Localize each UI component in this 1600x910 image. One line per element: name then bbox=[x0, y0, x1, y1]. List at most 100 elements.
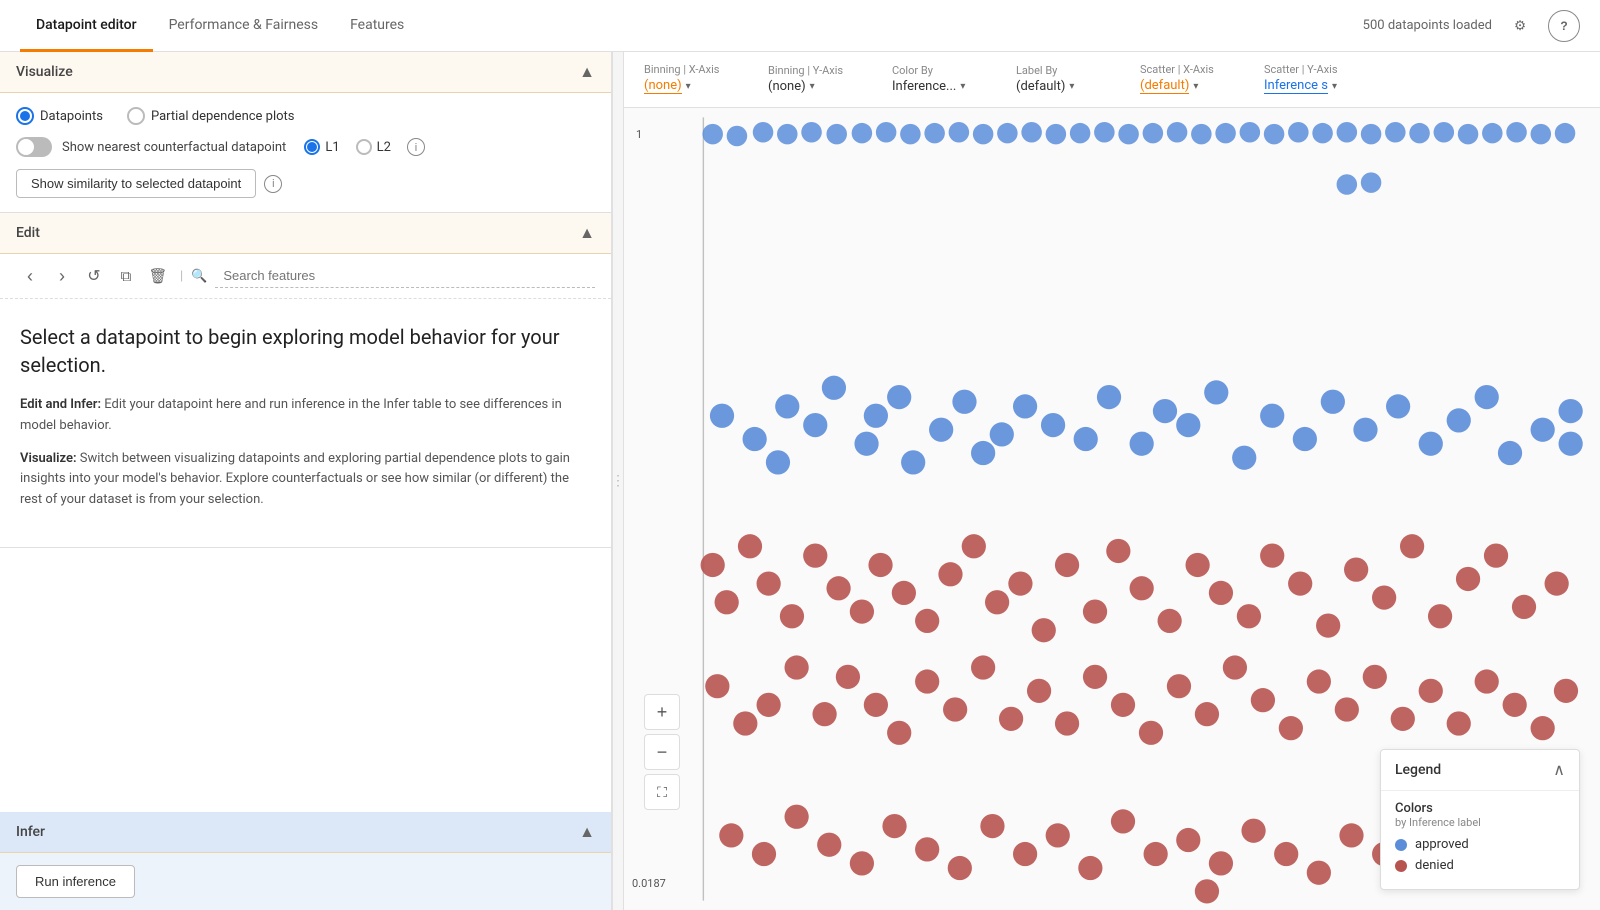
radio-datapoints[interactable]: Datapoints bbox=[16, 107, 103, 125]
chart-toolbar: Binning | X-Axis (none) ▾ Binning | Y-Ax… bbox=[624, 52, 1600, 108]
radio-partial-dependence-label: Partial dependence plots bbox=[151, 109, 295, 124]
legend-collapse-icon: ∧ bbox=[1553, 762, 1565, 779]
tab-datapoint-editor[interactable]: Datapoint editor bbox=[20, 1, 153, 52]
left-panel: Visualize ▲ Datapoints Partial dependenc… bbox=[0, 52, 612, 910]
color-by-value: Inference... bbox=[892, 79, 956, 94]
label-by-value: (default) bbox=[1016, 79, 1065, 94]
help-button[interactable]: ? bbox=[1548, 10, 1580, 42]
help-icon: ? bbox=[1560, 19, 1567, 33]
scatter-xaxis-value: (default) bbox=[1140, 78, 1189, 94]
legend-box: Legend ∧ Colors by Inference label appro… bbox=[1380, 749, 1580, 890]
legend-item-approved: approved bbox=[1395, 837, 1565, 852]
datapoints-loaded-label: 500 datapoints loaded bbox=[1363, 18, 1492, 33]
scatter-xaxis-dropdown: Scatter | X-Axis (default) ▾ bbox=[1140, 63, 1240, 96]
scatter-xaxis-value-btn[interactable]: (default) ▾ bbox=[1140, 78, 1240, 96]
legend-title: Legend bbox=[1395, 762, 1441, 778]
scatter-xaxis-label: Scatter | X-Axis bbox=[1140, 63, 1240, 76]
tab-performance-fairness[interactable]: Performance & Fairness bbox=[153, 1, 335, 52]
visualize-content: Datapoints Partial dependence plots Show… bbox=[0, 93, 611, 212]
similarity-row: Show similarity to selected datapoint i bbox=[16, 169, 595, 198]
binning-yaxis-arrow: ▾ bbox=[810, 81, 815, 92]
l1-l2-row: L1 L2 i bbox=[304, 138, 425, 156]
forward-button[interactable]: › bbox=[48, 262, 76, 290]
visualize-heading: Visualize: bbox=[20, 451, 77, 466]
legend-header: Legend ∧ bbox=[1381, 750, 1579, 791]
scatter-yaxis-dropdown: Scatter | Y-Axis Inference s ▾ bbox=[1264, 63, 1364, 96]
counterfactual-toggle[interactable] bbox=[16, 137, 52, 157]
visualize-section: Visualize ▲ Datapoints Partial dependenc… bbox=[0, 52, 611, 213]
label-by-arrow: ▾ bbox=[1069, 81, 1074, 92]
denied-label: denied bbox=[1415, 858, 1454, 873]
settings-button[interactable]: ⚙ bbox=[1504, 10, 1536, 42]
similarity-button[interactable]: Show similarity to selected datapoint bbox=[16, 169, 256, 198]
back-button[interactable]: ‹ bbox=[16, 262, 44, 290]
label-by-value-btn[interactable]: (default) ▾ bbox=[1016, 79, 1116, 96]
forward-icon: › bbox=[59, 266, 65, 287]
search-features-input[interactable] bbox=[215, 264, 595, 288]
radio-l1-circle bbox=[304, 139, 320, 155]
binning-xaxis-arrow: ▾ bbox=[686, 81, 691, 92]
right-panel: Binning | X-Axis (none) ▾ Binning | Y-Ax… bbox=[624, 52, 1600, 910]
edit-toolbar: ‹ › ↺ ⧉ 🗑 | 🔍 bbox=[0, 254, 611, 299]
scatter-yaxis-value-btn[interactable]: Inference s ▾ bbox=[1264, 78, 1364, 96]
similarity-btn-label: Show similarity to selected datapoint bbox=[31, 176, 241, 191]
copy-icon: ⧉ bbox=[121, 268, 132, 285]
binning-yaxis-label: Binning | Y-Axis bbox=[768, 64, 868, 77]
main-layout: Visualize ▲ Datapoints Partial dependenc… bbox=[0, 52, 1600, 910]
counterfactual-label: Show nearest counterfactual datapoint bbox=[62, 140, 286, 155]
binning-yaxis-value: (none) bbox=[768, 79, 806, 94]
gear-icon: ⚙ bbox=[1514, 18, 1526, 34]
legend-item-denied: denied bbox=[1395, 858, 1565, 873]
radio-datapoints-label: Datapoints bbox=[40, 109, 103, 124]
binning-yaxis-dropdown: Binning | Y-Axis (none) ▾ bbox=[768, 64, 868, 96]
zoom-in-button[interactable]: + bbox=[644, 694, 680, 730]
fullscreen-icon: ⛶ bbox=[657, 784, 667, 801]
visualize-header[interactable]: Visualize ▲ bbox=[0, 52, 611, 93]
radio-l1-label: L1 bbox=[325, 140, 339, 155]
denied-dot bbox=[1395, 860, 1407, 872]
color-by-dropdown: Color By Inference... ▾ bbox=[892, 64, 992, 96]
legend-colors-title: Colors bbox=[1395, 801, 1565, 816]
binning-xaxis-value-btn[interactable]: (none) ▾ bbox=[644, 78, 744, 96]
tab-features[interactable]: Features bbox=[334, 1, 420, 52]
l1l2-info-icon[interactable]: i bbox=[407, 138, 425, 156]
radio-l1[interactable]: L1 bbox=[304, 139, 339, 155]
scatter-yaxis-arrow: ▾ bbox=[1332, 81, 1337, 92]
zoom-out-button[interactable]: − bbox=[644, 734, 680, 770]
label-by-label: Label By bbox=[1016, 64, 1116, 77]
binning-yaxis-value-btn[interactable]: (none) ▾ bbox=[768, 79, 868, 96]
nav-right: 500 datapoints loaded ⚙ ? bbox=[1363, 10, 1580, 42]
counterfactual-row: Show nearest counterfactual datapoint L1… bbox=[16, 137, 595, 157]
edit-infer-paragraph: Edit and Infer: Edit your datapoint here… bbox=[20, 395, 591, 437]
radio-partial-dependence[interactable]: Partial dependence plots bbox=[127, 107, 295, 125]
copy-button[interactable]: ⧉ bbox=[112, 262, 140, 290]
edit-header[interactable]: Edit ▲ bbox=[0, 213, 611, 254]
visualize-chevron: ▲ bbox=[579, 62, 595, 82]
y-axis-top: 1 bbox=[636, 128, 678, 141]
legend-body: Colors by Inference label approved denie… bbox=[1381, 791, 1579, 889]
binning-xaxis-dropdown: Binning | X-Axis (none) ▾ bbox=[644, 63, 744, 96]
edit-instructions-title: Select a datapoint to begin exploring mo… bbox=[20, 323, 591, 379]
visualize-paragraph: Visualize: Switch between visualizing da… bbox=[20, 449, 591, 511]
legend-collapse-button[interactable]: ∧ bbox=[1553, 760, 1565, 780]
run-inference-button[interactable]: Run inference bbox=[16, 865, 135, 898]
scatter-yaxis-label: Scatter | Y-Axis bbox=[1264, 63, 1364, 76]
infer-header[interactable]: Infer ▲ bbox=[0, 812, 611, 853]
edit-title: Edit bbox=[16, 225, 40, 241]
color-by-value-btn[interactable]: Inference... ▾ bbox=[892, 79, 992, 96]
history-button[interactable]: ↺ bbox=[80, 262, 108, 290]
scatter-xaxis-arrow: ▾ bbox=[1193, 81, 1198, 92]
delete-button[interactable]: 🗑 bbox=[144, 262, 172, 290]
approved-dot bbox=[1395, 839, 1407, 851]
radio-l2[interactable]: L2 bbox=[356, 139, 391, 155]
similarity-info-icon[interactable]: i bbox=[264, 175, 282, 193]
search-icon: 🔍 bbox=[191, 269, 207, 284]
label-by-dropdown: Label By (default) ▾ bbox=[1016, 64, 1116, 96]
y-axis-bottom: 0.0187 bbox=[632, 877, 674, 890]
visualize-title: Visualize bbox=[16, 64, 73, 80]
zoom-in-icon: + bbox=[657, 702, 668, 723]
color-by-label: Color By bbox=[892, 64, 992, 77]
panel-divider[interactable] bbox=[612, 52, 624, 910]
fullscreen-button[interactable]: ⛶ bbox=[644, 774, 680, 810]
edit-infer-heading: Edit and Infer: bbox=[20, 397, 101, 412]
